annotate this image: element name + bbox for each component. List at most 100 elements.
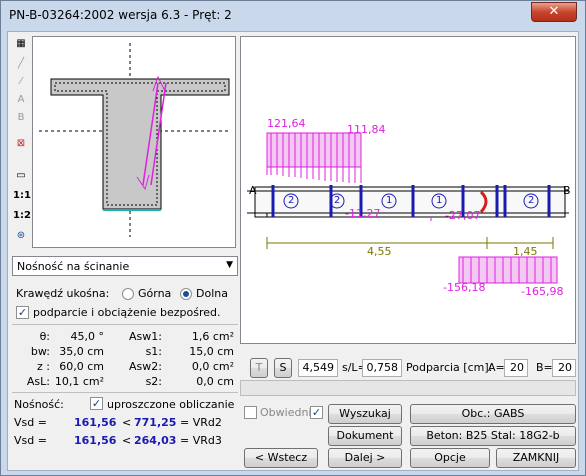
text-b-icon[interactable]: B — [12, 110, 30, 126]
rotate-icon[interactable]: ⊛ — [12, 228, 30, 244]
cross-section-panel — [32, 36, 236, 248]
window-title: PN-B-03264:2002 wersja 6.3 - Pręt: 2 — [9, 8, 232, 22]
edge-label: Krawędź ukośna: — [16, 287, 110, 300]
separator — [12, 324, 238, 325]
shear-diagram-panel: 121,64 111,84 -11,27 -27,07 -156,18 -165… — [240, 36, 576, 344]
separator — [12, 392, 238, 393]
support-checkbox[interactable]: ✓ — [16, 306, 29, 319]
param-value2: 15,0 cm — [189, 345, 234, 358]
param-name2: Asw2: — [129, 360, 162, 373]
params-grid: θ: 45,0 ° Asw1: 1,6 cm² bw: 35,0 cm s1: … — [12, 330, 238, 390]
position-input[interactable]: 4,549 — [298, 359, 338, 377]
capacity-label: Nośność: — [14, 398, 64, 411]
region-label: 2 — [288, 195, 295, 206]
mode-dropdown[interactable]: Nośność na ścinanie ▼ — [12, 256, 238, 276]
delete-icon[interactable]: ⊠ — [12, 136, 30, 152]
vsd-value: 161,56 — [74, 434, 117, 447]
search-checkbox[interactable]: ✓ — [310, 406, 323, 419]
region-label: 2 — [334, 195, 341, 206]
scale-1-2-button[interactable]: 1:2 — [12, 208, 31, 224]
t-button[interactable]: T — [250, 358, 268, 378]
title-bar: PN-B-03264:2002 wersja 6.3 - Pręt: 2 ✕ — [1, 1, 585, 31]
capacity-row: Vsd = 161,56 < 771,25 = VRd2 — [14, 416, 238, 430]
vrd-value: 771,25 — [134, 416, 177, 429]
s-button[interactable]: S — [274, 358, 292, 378]
param-name: AsL: — [26, 375, 50, 388]
simplified-label[interactable]: uproszczone obliczanie — [107, 398, 234, 411]
dropdown-value: Nośność na ścinanie — [17, 260, 130, 273]
shear-value-top-right: 111,84 — [347, 123, 386, 136]
text-a-icon[interactable]: A — [12, 92, 30, 108]
vrd-label: = VRd3 — [180, 434, 222, 447]
shear-value-mid2: -27,07 — [445, 209, 481, 222]
options-button[interactable]: Opcje — [410, 448, 490, 468]
compare-op: < — [122, 416, 132, 429]
param-value2: 0,0 cm² — [191, 360, 234, 373]
scale-icon[interactable]: ▭ — [12, 168, 30, 184]
param-value2: 1,6 cm² — [191, 330, 234, 343]
edge-bottom-radio[interactable] — [180, 288, 192, 300]
support-a-input[interactable]: 20 — [504, 359, 528, 377]
region-label: 1 — [436, 195, 443, 206]
dimension-2: 1,45 — [513, 245, 538, 258]
vsd-value: 161,56 — [74, 416, 117, 429]
supports-label: Podparcia [cm]: — [406, 361, 493, 374]
support-a-label: A — [249, 184, 257, 197]
envelope-checkbox[interactable] — [244, 406, 257, 419]
param-row: θ: 45,0 ° Asw1: 1,6 cm² — [12, 330, 238, 344]
next-button[interactable]: Dalej > — [328, 448, 402, 468]
sl-input[interactable]: 0,758 — [362, 359, 402, 377]
param-value: 10,1 cm² — [54, 375, 104, 388]
close-button[interactable]: ✕ — [531, 2, 577, 22]
edge-top-radio[interactable] — [122, 288, 134, 300]
region-label: 2 — [528, 195, 535, 206]
support-b-input-label: B= — [536, 361, 553, 374]
close-dialog-button[interactable]: ZAMKNIJ — [496, 448, 576, 468]
document-button[interactable]: Dokument — [328, 426, 402, 446]
param-value2: 0,0 cm — [196, 375, 234, 388]
shear-value-top-left: 121,64 — [267, 117, 306, 130]
left-toolbar: ▦ ╱ ⁄ A B ⊠ ▭ 1:1 1:2 ⊛ — [8, 32, 34, 252]
shear-value-bottom-left: -156,18 — [443, 281, 486, 294]
dialog-window: PN-B-03264:2002 wersja 6.3 - Pręt: 2 ✕ ▦… — [0, 0, 586, 476]
grid-icon[interactable]: ▦ — [12, 36, 30, 52]
cross-section-drawing — [39, 43, 230, 237]
materials-button[interactable]: Beton: B25 Stal: 18G2-b — [410, 426, 576, 446]
compare-op: < — [122, 434, 132, 447]
search-button[interactable]: Wyszukaj — [328, 404, 402, 424]
dimension-1: 4,55 — [367, 245, 392, 258]
param-row: z : 60,0 cm Asw2: 0,0 cm² — [12, 360, 238, 374]
param-name2: s1: — [145, 345, 162, 358]
param-row: bw: 35,0 cm s1: 15,0 cm — [12, 345, 238, 359]
client-area: ▦ ╱ ⁄ A B ⊠ ▭ 1:1 1:2 ⊛ 121,64 111,84 -1… — [7, 31, 579, 471]
capacity-row: Vsd = 161,56 < 264,03 = VRd3 — [14, 434, 238, 448]
chevron-down-icon: ▼ — [226, 260, 233, 270]
support-label[interactable]: podparcie i obciążenie bezpośred. — [33, 306, 221, 319]
param-value: 35,0 cm — [59, 345, 104, 358]
simplified-checkbox[interactable]: ✓ — [90, 397, 103, 410]
vsd-label: Vsd = — [14, 416, 47, 429]
scale-1-1-button[interactable]: 1:1 — [12, 188, 31, 204]
vrd-label: = VRd2 — [180, 416, 222, 429]
progress-bar — [240, 380, 576, 396]
back-button[interactable]: < Wstecz — [244, 448, 318, 468]
vsd-label: Vsd = — [14, 434, 47, 447]
shear-value-mid1: -11,27 — [345, 207, 381, 220]
support-b-label: B — [563, 184, 571, 197]
edge-bottom-label[interactable]: Dolna — [196, 287, 228, 300]
param-name: z : — [37, 360, 50, 373]
draw-line-icon[interactable]: ╱ — [12, 56, 30, 72]
param-value: 45,0 ° — [70, 330, 105, 343]
region-label: 1 — [386, 195, 393, 206]
load-button[interactable]: Obc.: GABS — [410, 404, 576, 424]
vrd-value: 264,03 — [134, 434, 177, 447]
param-name: θ: — [39, 330, 50, 343]
shear-value-bottom-right: -165,98 — [521, 285, 564, 298]
support-a-input-label: A= — [488, 361, 505, 374]
draw-diagonal-icon[interactable]: ⁄ — [12, 74, 30, 90]
param-value: 60,0 cm — [59, 360, 104, 373]
param-name2: s2: — [145, 375, 162, 388]
support-b-input[interactable]: 20 — [552, 359, 576, 377]
edge-top-label[interactable]: Górna — [138, 287, 171, 300]
param-row: AsL: 10,1 cm² s2: 0,0 cm — [12, 375, 238, 389]
